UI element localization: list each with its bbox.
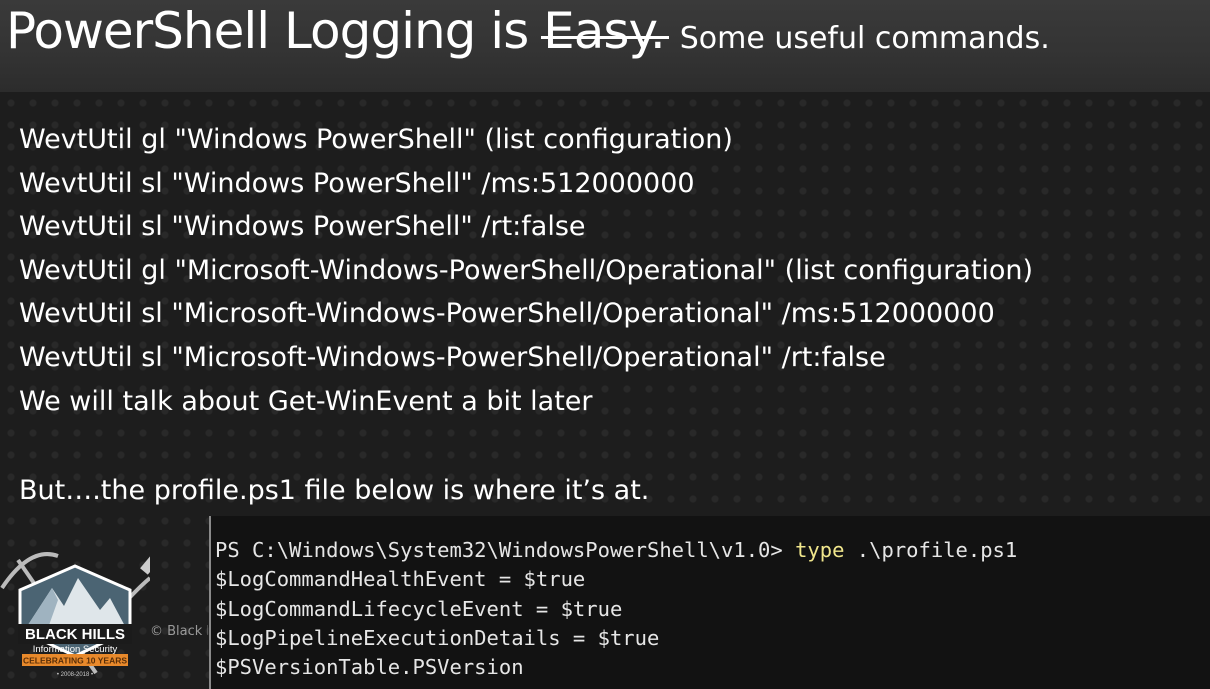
- console-line: $LogCommandLifecycleEvent = $true: [215, 596, 623, 621]
- logo-years: • 2008-2018 •: [57, 672, 93, 678]
- copyright-text: © Black Hills: [150, 624, 208, 639]
- command-line: WevtUtil gl "Microsoft-Windows-PowerShel…: [19, 254, 1034, 286]
- slide-header: PowerShell Logging is Easy. Some useful …: [0, 0, 1210, 92]
- command-line: WevtUtil sl "Windows PowerShell" /ms:512…: [19, 167, 695, 199]
- command-list: WevtUtil gl "Windows PowerShell" (list c…: [19, 118, 1033, 423]
- console-line: $LogCommandHealthEvent = $true: [215, 567, 586, 592]
- logo-banner: CELEBRATING 10 YEARS: [23, 656, 127, 666]
- logo-name: BLACK HILLS: [25, 626, 125, 643]
- title-subtitle: Some useful commands.: [679, 21, 1050, 56]
- usb-plug-icon: [140, 551, 150, 575]
- command-line: WevtUtil gl "Windows PowerShell" (list c…: [19, 124, 733, 155]
- command-line: WevtUtil sl "Windows PowerShell" /rt:fal…: [19, 211, 586, 243]
- console-prompt-line: PS C:\Windows\System32\WindowsPowerShell…: [215, 536, 1017, 565]
- command-line: WevtUtil sl "Microsoft-Windows-PowerShel…: [19, 298, 995, 330]
- powershell-console-screenshot: PS C:\Windows\System32\WindowsPowerShell…: [209, 516, 1210, 689]
- console-line: $PSVersionTable.PSVersion: [215, 655, 524, 680]
- console-command: type: [795, 538, 845, 562]
- command-line: We will talk about Get-WinEvent a bit la…: [19, 385, 593, 417]
- logo-subname: Information Security: [33, 644, 118, 655]
- slide-title: PowerShell Logging is Easy. Some useful …: [6, 0, 1050, 72]
- profile-note: But….the profile.ps1 file below is where…: [19, 475, 650, 506]
- title-struck-word: Easy.: [543, 2, 666, 60]
- black-hills-logo: BLACK HILLS Information Security CELEBRA…: [0, 551, 150, 678]
- console-line: $LogPipelineExecutionDetails = $true: [215, 625, 660, 650]
- console-output: PS C:\Windows\System32\WindowsPowerShell…: [215, 536, 1017, 682]
- title-main: PowerShell Logging is: [6, 2, 529, 60]
- console-prompt: PS C:\Windows\System32\WindowsPowerShell…: [215, 538, 783, 562]
- console-argument: .\profile.ps1: [856, 538, 1018, 562]
- command-line: WevtUtil sl "Microsoft-Windows-PowerShel…: [19, 341, 886, 373]
